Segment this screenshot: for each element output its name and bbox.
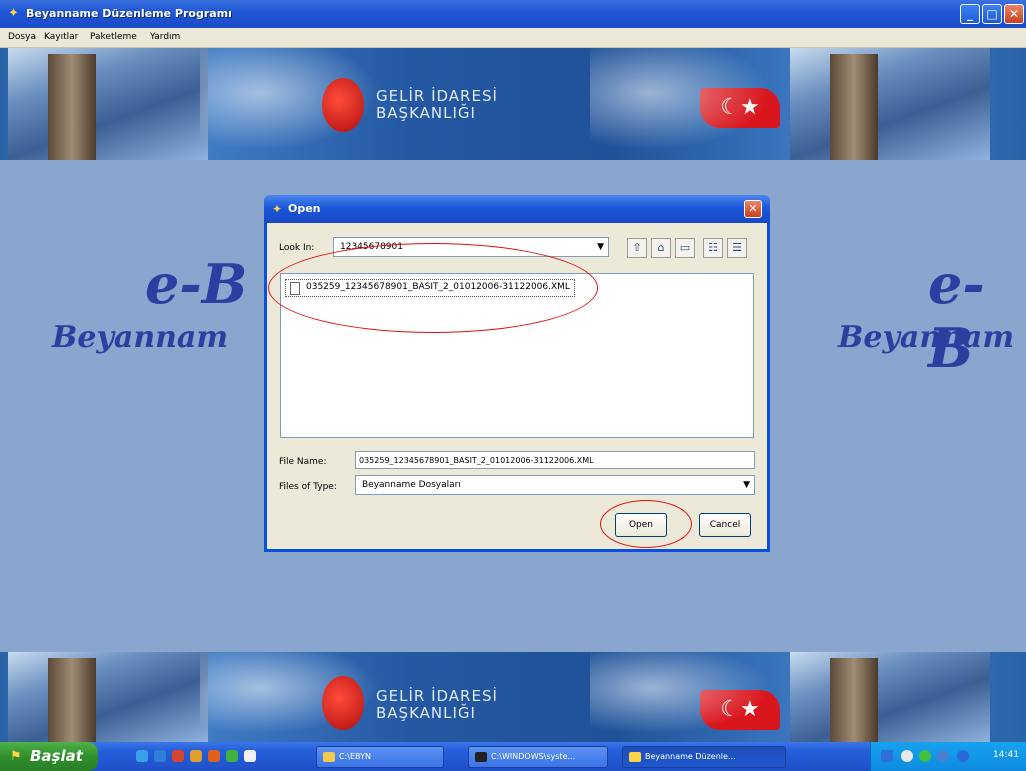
- files-of-type-label: Files of Type:: [279, 482, 337, 492]
- gib-logo-text: GELİR İDARESİ BAŞKANLIĞI: [376, 87, 498, 122]
- close-button[interactable]: ✕: [1004, 4, 1024, 24]
- gib-logo-icon: [322, 676, 364, 730]
- home-icon[interactable]: ⌂: [651, 238, 671, 258]
- clock: 14:41: [993, 750, 1019, 760]
- media-icon[interactable]: [172, 750, 184, 762]
- file-name-input[interactable]: [356, 452, 754, 468]
- bg-logo-text-left: e-B: [145, 252, 248, 316]
- building-image-right: [790, 48, 990, 160]
- dialog-close-button[interactable]: ✕: [744, 200, 762, 218]
- language-icon[interactable]: [881, 750, 893, 762]
- bg-subtitle-left: Beyannam: [52, 320, 229, 355]
- app-icon: ✦: [8, 6, 19, 21]
- bg-logo-text-right: e-B: [928, 252, 985, 380]
- console-icon: [475, 752, 487, 762]
- java-cup-icon: ✦: [272, 202, 283, 216]
- taskbar-item-beyanname[interactable]: Beyanname Düzenle...: [622, 746, 786, 768]
- list-view-icon[interactable]: ☷: [703, 238, 723, 258]
- folder-icon: [323, 752, 335, 762]
- update-icon[interactable]: [957, 750, 969, 762]
- window-titlebar[interactable]: ✦ Beyanname Düzenleme Programı _ □ ✕: [0, 0, 1026, 28]
- list-item[interactable]: 035259_12345678901_BASIT_2_01012006-3112…: [285, 279, 575, 297]
- building-image-left: [8, 48, 208, 160]
- menu-paketleme[interactable]: Paketleme: [90, 32, 137, 42]
- building-image-left: [8, 652, 208, 742]
- look-in-combo[interactable]: 12345678901 ▼: [333, 237, 609, 257]
- up-folder-icon[interactable]: ⇧: [627, 238, 647, 258]
- taskbar: ⚑ Başlat C:\EBYN C:\WINDOWS\syste... Bey…: [0, 742, 1026, 771]
- files-of-type-combo[interactable]: Beyanname Dosyaları ▼: [355, 475, 755, 495]
- open-button[interactable]: Open: [615, 513, 667, 537]
- new-folder-icon[interactable]: ▭: [675, 238, 695, 258]
- windows-logo-icon: ⚑: [10, 749, 22, 764]
- window-title: Beyanname Düzenleme Programı: [26, 7, 232, 20]
- ie-icon[interactable]: [136, 750, 148, 762]
- gib-logo-icon: [322, 78, 364, 132]
- chevron-down-icon: ▼: [597, 242, 604, 252]
- building-image-right: [790, 652, 990, 742]
- menu-yardim[interactable]: Yardım: [150, 32, 180, 42]
- app-icon[interactable]: [190, 750, 202, 762]
- clock-icon[interactable]: [244, 750, 256, 762]
- firefox-icon[interactable]: [208, 750, 220, 762]
- details-view-icon[interactable]: ☰: [727, 238, 747, 258]
- gib-logo-text: GELİR İDARESİ BAŞKANLIĞI: [376, 687, 498, 722]
- header-banner: GELİR İDARESİ BAŞKANLIĞI ☾★: [0, 48, 1026, 160]
- start-button[interactable]: ⚑ Başlat: [0, 742, 98, 771]
- open-dialog: ✦ Open ✕ Look In: 12345678901 ▼ ⇧ ⌂ ▭ ☷ …: [264, 195, 770, 552]
- maximize-button[interactable]: □: [982, 4, 1002, 24]
- volume-icon[interactable]: [901, 750, 913, 762]
- file-icon: [290, 282, 300, 295]
- menu-dosya[interactable]: Dosya: [8, 32, 36, 42]
- cancel-button[interactable]: Cancel: [699, 513, 751, 537]
- messenger-icon[interactable]: [226, 750, 238, 762]
- footer-banner: GELİR İDARESİ BAŞKANLIĞI ☾★: [0, 652, 1026, 742]
- app-icon: [629, 752, 641, 762]
- system-tray: 14:41: [870, 742, 1026, 771]
- menu-bar: Dosya Kayıtlar Paketleme Yardım: [0, 28, 1026, 48]
- bg-subtitle-right: Beyannam: [838, 320, 1015, 355]
- network-icon[interactable]: [937, 750, 949, 762]
- file-name-label: File Name:: [279, 457, 327, 467]
- dialog-titlebar[interactable]: ✦ Open ✕: [264, 195, 770, 223]
- browser-icon[interactable]: [154, 750, 166, 762]
- menu-kayitlar[interactable]: Kayıtlar: [44, 32, 78, 42]
- look-in-label: Look In:: [279, 243, 315, 253]
- file-name-field[interactable]: [355, 451, 755, 469]
- chevron-down-icon: ▼: [743, 480, 750, 490]
- dialog-title: Open: [288, 202, 321, 215]
- taskbar-item-ebyn[interactable]: C:\EBYN: [316, 746, 444, 768]
- minimize-button[interactable]: _: [960, 4, 980, 24]
- taskbar-item-cmd[interactable]: C:\WINDOWS\syste...: [468, 746, 608, 768]
- file-list[interactable]: 035259_12345678901_BASIT_2_01012006-3112…: [280, 273, 754, 438]
- messenger-tray-icon[interactable]: [919, 750, 931, 762]
